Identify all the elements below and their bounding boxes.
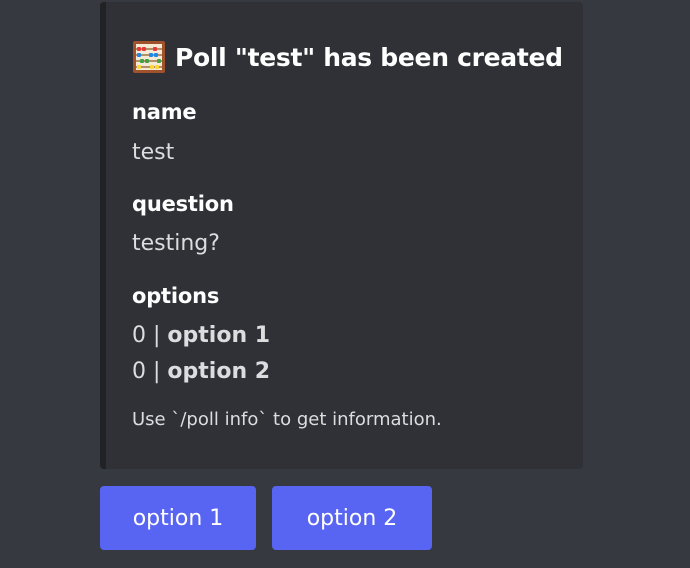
option-separator: | [153, 359, 161, 384]
abacus-icon [132, 40, 166, 74]
field-question-value: testing? [132, 231, 220, 256]
option-1-button[interactable]: option 1 [100, 486, 256, 550]
field-name-value: test [132, 140, 175, 165]
embed-footer-text: Use `/poll info` to get information. [132, 409, 442, 430]
field-name-label: name [132, 100, 197, 124]
embed-title: Poll "test" has been created [132, 40, 563, 74]
option-label: option 1 [167, 323, 271, 348]
field-question-label: question [132, 192, 234, 216]
option-count: 0 [132, 323, 146, 348]
option-2-button[interactable]: option 2 [272, 486, 432, 550]
option-count: 0 [132, 359, 146, 384]
option-separator: | [153, 323, 161, 348]
button-label: option 1 [132, 505, 224, 531]
option-line-1: 0 | option 1 [132, 323, 270, 348]
button-label: option 2 [306, 505, 398, 531]
embed-accent-bar [100, 2, 106, 469]
field-options-label: options [132, 284, 220, 308]
embed-title-text: Poll "test" has been created [175, 42, 563, 72]
option-label: option 2 [167, 359, 271, 384]
option-line-2: 0 | option 2 [132, 359, 270, 384]
poll-embed: Poll "test" has been created name test q… [100, 2, 583, 469]
